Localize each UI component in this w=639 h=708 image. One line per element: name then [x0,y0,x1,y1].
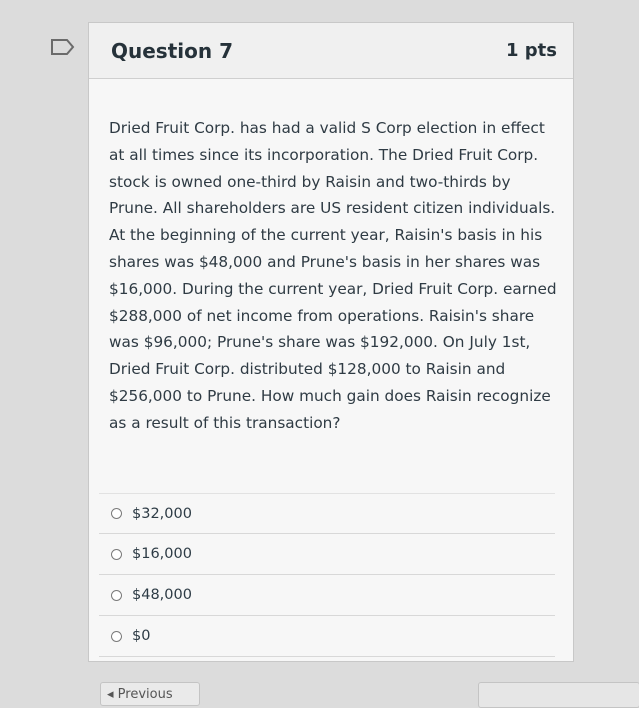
answer-option[interactable]: $48,000 [99,575,555,616]
radio-button-icon[interactable] [111,630,122,642]
question-card: Question 7 1 pts Dried Fruit Corp. has h… [88,22,574,662]
flag-question-icon[interactable] [50,38,76,56]
answer-label: $32,000 [132,505,192,522]
radio-button-icon[interactable] [111,508,122,519]
question-points: 1 pts [506,40,557,61]
answer-option[interactable]: $16,000 [99,534,555,575]
question-title: Question 7 [111,38,233,63]
question-header: Question 7 1 pts [89,23,573,79]
previous-button[interactable]: ◂ Previous [100,682,200,706]
question-text: Dried Fruit Corp. has had a valid S Corp… [109,119,557,432]
previous-label: ◂ Previous [107,686,173,702]
answer-label: $0 [132,628,151,644]
radio-button-icon[interactable] [111,589,122,601]
answer-option[interactable]: $0 [99,616,555,657]
answer-label: $16,000 [132,546,192,562]
radio-button-icon[interactable] [111,548,122,560]
answer-list: $32,000 $16,000 $48,000 $0 [99,493,555,657]
next-button[interactable] [478,682,639,708]
answer-option[interactable]: $32,000 [99,493,555,534]
answer-label: $48,000 [132,587,192,603]
